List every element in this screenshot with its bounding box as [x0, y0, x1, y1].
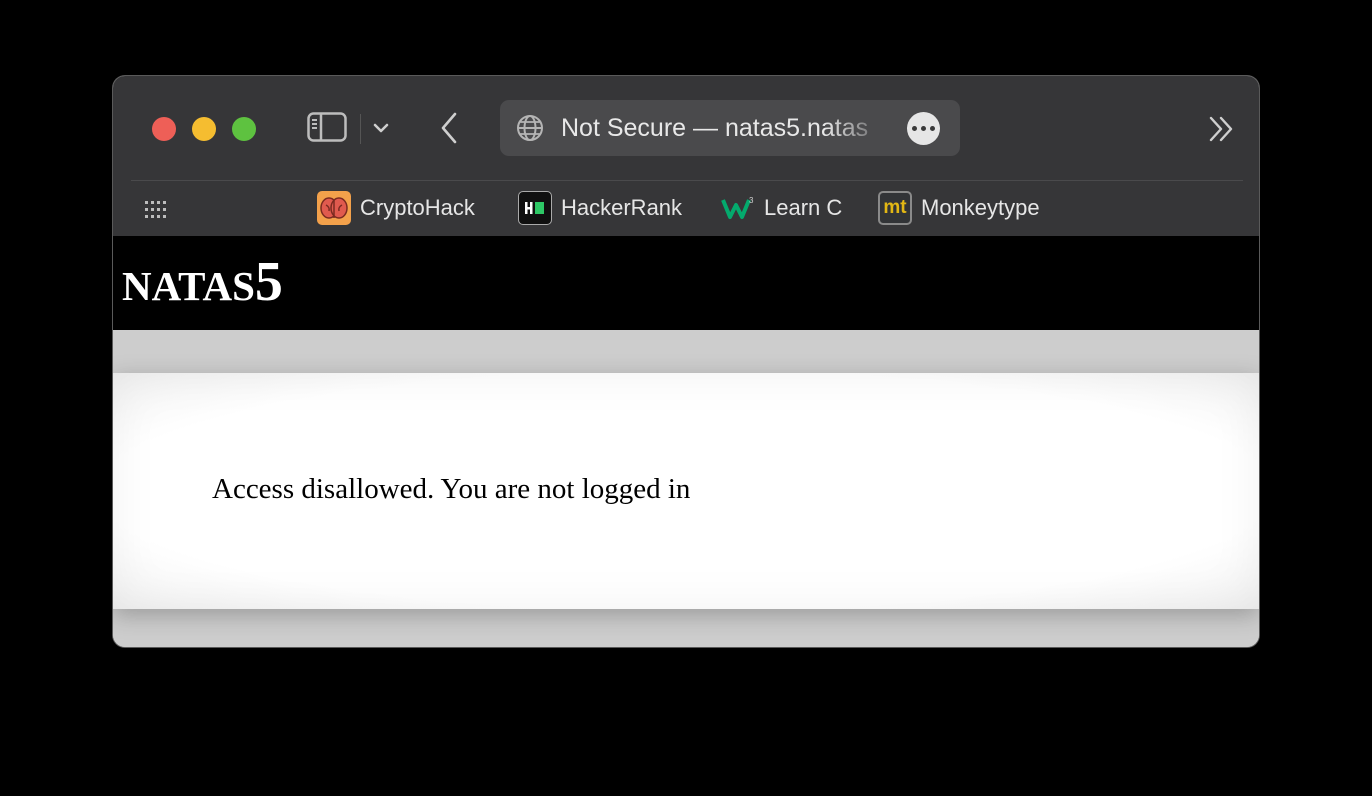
more-dot-icon: [912, 126, 917, 131]
title-prefix: NATAS: [122, 263, 255, 309]
address-bar[interactable]: Not Secure — natas5.natas: [500, 100, 960, 156]
toolbar-overflow-button[interactable]: [1205, 114, 1237, 144]
back-button[interactable]: [434, 110, 464, 146]
bookmark-cryptohack[interactable]: CryptoHack: [317, 190, 475, 226]
page-title: NATAS5: [122, 254, 283, 310]
sidebar-icon: [307, 112, 347, 142]
page-menu-button[interactable]: [907, 112, 940, 145]
bookmark-monkeytype[interactable]: mt Monkeytype: [878, 190, 1040, 226]
natas-header: NATAS5: [113, 236, 1259, 330]
hackerrank-icon: [518, 191, 552, 225]
bookmark-label: CryptoHack: [360, 195, 475, 220]
chevron-down-icon: [373, 123, 389, 133]
toolbar-divider: [131, 180, 1243, 181]
grid-icon: [145, 201, 166, 218]
browser-toolbar: Not Secure — natas5.natas CryptoHack Hac…: [113, 76, 1259, 236]
bookmark-learn-c[interactable]: 3 Learn C: [721, 190, 842, 226]
toolbar-separator: [360, 114, 361, 144]
url-text: Not Secure — natas5.natas: [561, 114, 869, 142]
bookmark-label: HackerRank: [561, 195, 683, 220]
svg-text:3: 3: [749, 196, 754, 205]
cryptohack-brain-icon: [317, 191, 351, 225]
bookmark-hackerrank[interactable]: HackerRank: [518, 190, 682, 226]
more-dot-icon: [921, 126, 926, 131]
bookmark-label: Monkeytype: [921, 195, 1040, 220]
page-content: NATAS5 Access disallowed. You are not lo…: [113, 236, 1259, 647]
show-all-bookmarks-button[interactable]: [143, 196, 171, 224]
browser-window: Not Secure — natas5.natas CryptoHack Hac…: [113, 76, 1259, 647]
w3schools-icon: 3: [721, 191, 755, 225]
access-message: Access disallowed. You are not logged in: [212, 473, 691, 505]
chevron-left-icon: [441, 112, 457, 144]
monkeytype-icon: mt: [878, 191, 912, 225]
sidebar-toggle-button[interactable]: [305, 110, 349, 144]
double-chevron-right-icon: [1209, 116, 1233, 142]
tab-group-menu-button[interactable]: [369, 116, 393, 140]
content-box: Access disallowed. You are not logged in: [113, 373, 1259, 609]
minimize-window-button[interactable]: [192, 117, 216, 141]
globe-icon: [517, 115, 543, 141]
close-window-button[interactable]: [152, 117, 176, 141]
zoom-window-button[interactable]: [232, 117, 256, 141]
bookmark-label: Learn C: [764, 195, 843, 220]
more-dot-icon: [930, 126, 935, 131]
title-number: 5: [254, 251, 283, 313]
